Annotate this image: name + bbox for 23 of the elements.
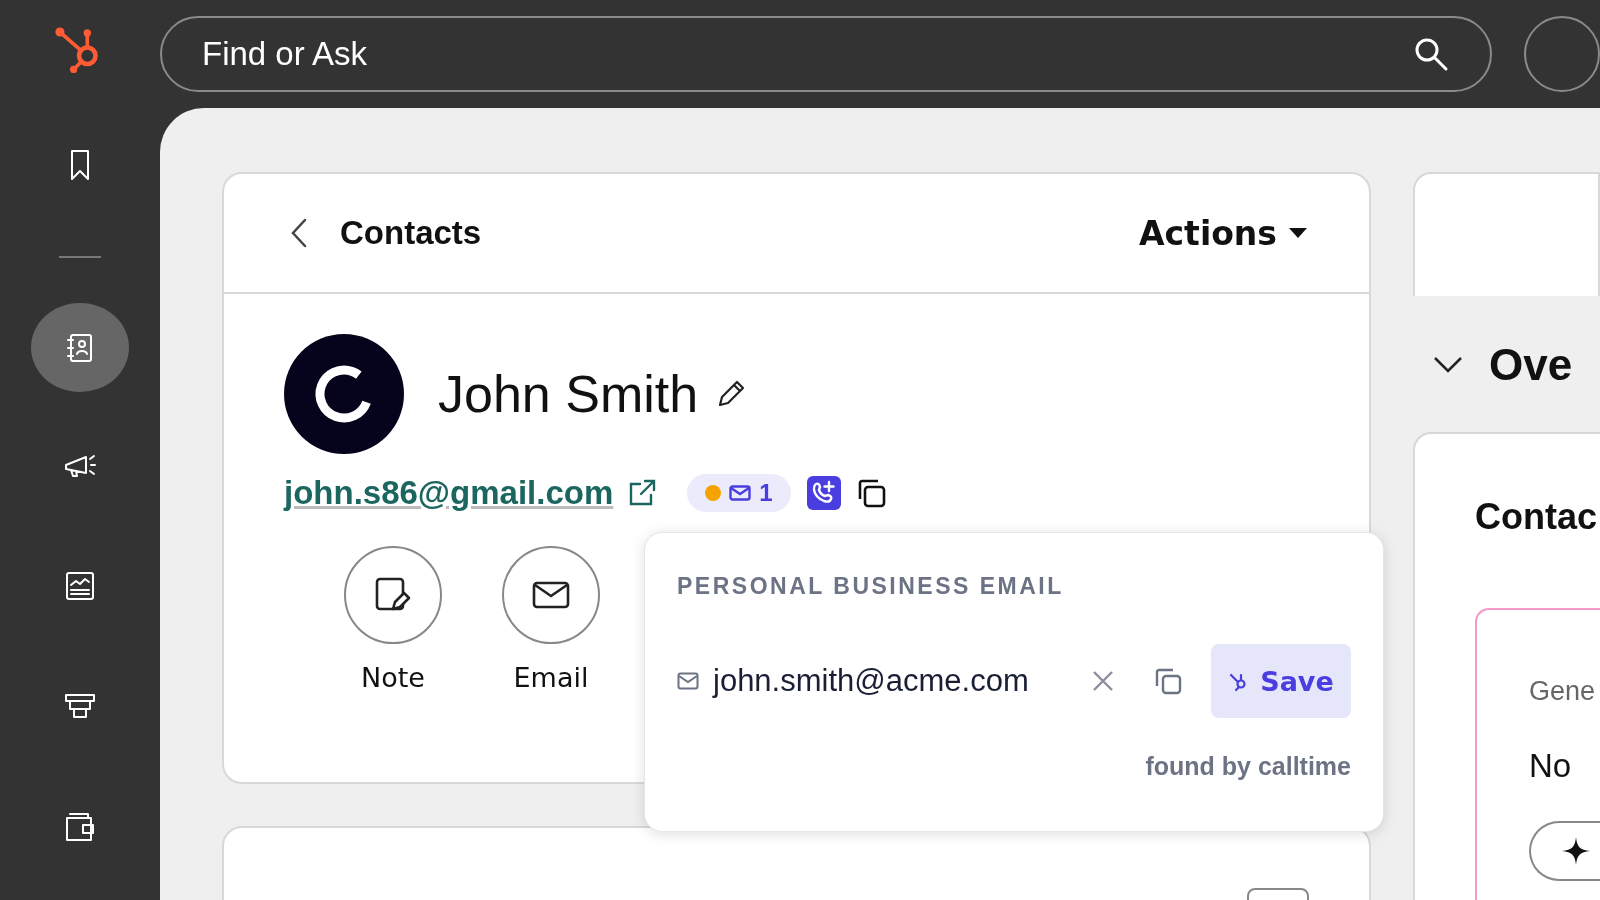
caret-icon	[1289, 228, 1307, 238]
email-count-badge[interactable]: 1	[687, 474, 791, 512]
field-label: Gene	[1529, 676, 1597, 707]
field-value: No	[1529, 747, 1573, 785]
email-link[interactable]: john.s86@gmail.com	[284, 474, 614, 512]
save-button[interactable]: Save	[1211, 644, 1351, 718]
actions-dropdown[interactable]: Actions	[1139, 213, 1307, 253]
search-field[interactable]: Find or Ask	[160, 16, 1492, 92]
round-button[interactable]	[1524, 16, 1600, 92]
found-email: john.smith@acme.com	[713, 663, 1030, 699]
close-icon[interactable]	[1091, 669, 1115, 693]
source-note: found by calltime	[1145, 752, 1351, 781]
contact-name: John Smith	[438, 364, 699, 424]
chevron-down-icon[interactable]	[1433, 356, 1463, 374]
section-title: Ove	[1489, 340, 1573, 390]
popover-heading: PERSONAL BUSINESS EMAIL	[677, 573, 1065, 600]
envelope-icon	[729, 485, 752, 501]
phone-add-icon[interactable]	[806, 476, 841, 510]
page-title: Contacts	[340, 214, 483, 252]
status-dot	[705, 485, 722, 501]
external-link-icon[interactable]	[627, 478, 658, 508]
card-title: Contac	[1475, 496, 1598, 538]
envelope-icon	[677, 672, 699, 690]
